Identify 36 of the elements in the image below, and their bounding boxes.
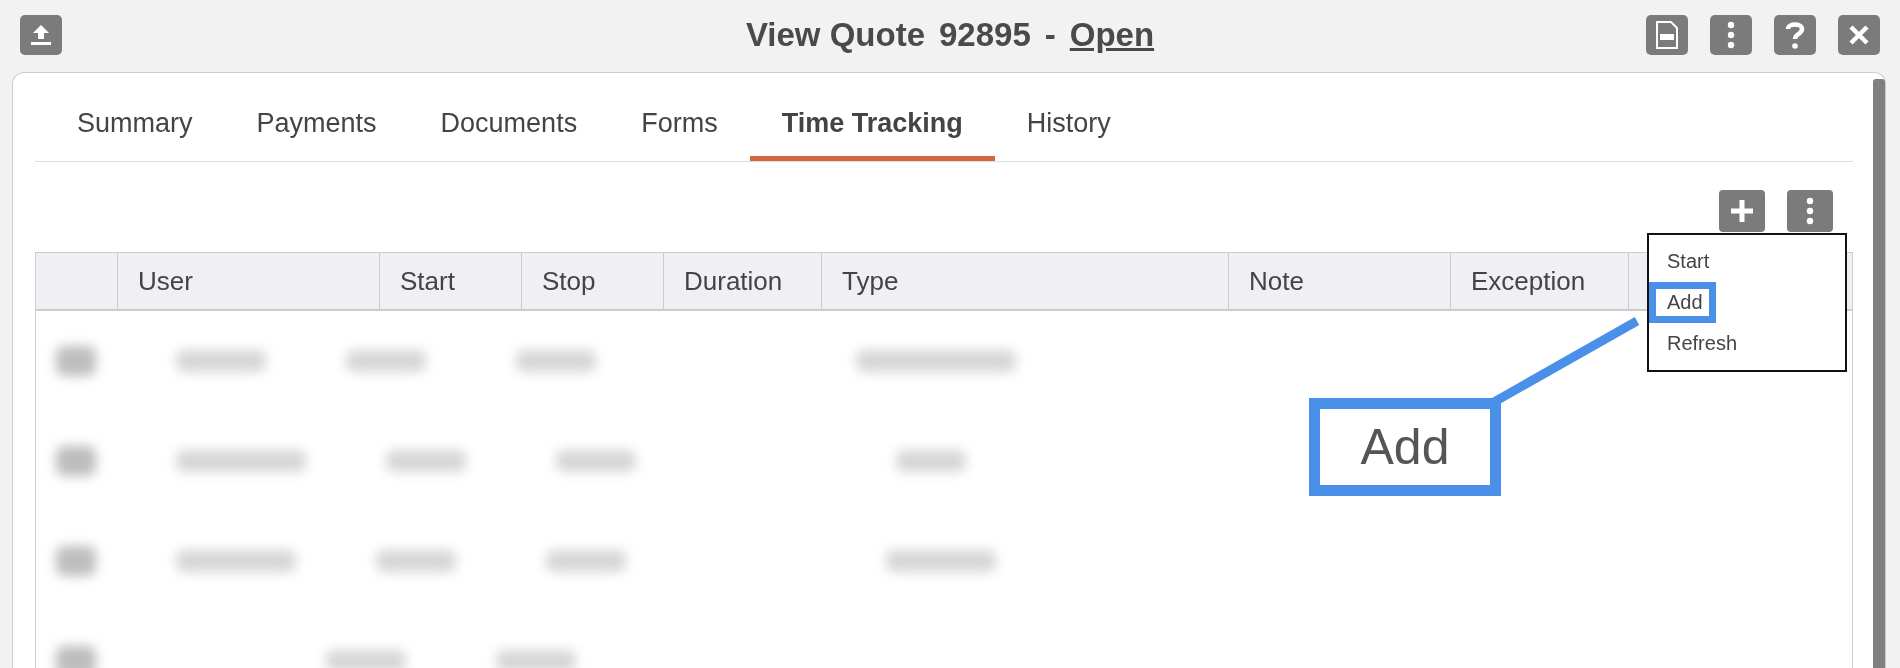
quote-number: 92895 xyxy=(939,16,1031,54)
more-button[interactable] xyxy=(1787,190,1833,232)
callout-label: Add xyxy=(1309,398,1501,496)
status-link[interactable]: Open xyxy=(1069,16,1155,54)
more-button[interactable] xyxy=(1710,15,1752,55)
column-header[interactable]: Type xyxy=(822,253,1229,309)
help-button[interactable] xyxy=(1774,15,1816,55)
add-button[interactable] xyxy=(1719,190,1765,232)
tab[interactable]: Documents xyxy=(408,73,610,161)
upload-icon xyxy=(28,22,54,48)
plus-icon xyxy=(1729,198,1755,224)
tab[interactable]: Forms xyxy=(609,73,750,161)
close-icon xyxy=(1848,24,1870,46)
help-icon xyxy=(1785,20,1805,50)
column-header[interactable]: Stop xyxy=(522,253,664,309)
column-header[interactable]: Start xyxy=(380,253,522,309)
tab[interactable]: Summary xyxy=(45,73,225,161)
menu-item[interactable]: Start xyxy=(1649,245,1714,278)
kebab-icon xyxy=(1806,197,1814,225)
column-header[interactable]: Exception xyxy=(1451,253,1629,309)
tab[interactable]: History xyxy=(994,73,1143,161)
close-button[interactable] xyxy=(1838,15,1880,55)
menu-item[interactable]: Add xyxy=(1649,282,1716,323)
kebab-icon xyxy=(1727,21,1735,49)
tab[interactable]: Payments xyxy=(224,73,409,161)
document-icon xyxy=(1655,21,1679,49)
window-title: View Quote xyxy=(745,16,925,54)
menu-item[interactable]: Refresh xyxy=(1649,327,1742,360)
tab[interactable]: Time Tracking xyxy=(749,73,995,161)
title-separator: - xyxy=(1044,16,1056,54)
upload-button[interactable] xyxy=(20,15,62,55)
column-header[interactable]: Duration xyxy=(664,253,822,309)
scrollbar[interactable] xyxy=(1873,79,1885,668)
column-header[interactable]: Note xyxy=(1229,253,1451,309)
pdf-button[interactable] xyxy=(1646,15,1688,55)
column-header[interactable]: User xyxy=(118,253,380,309)
